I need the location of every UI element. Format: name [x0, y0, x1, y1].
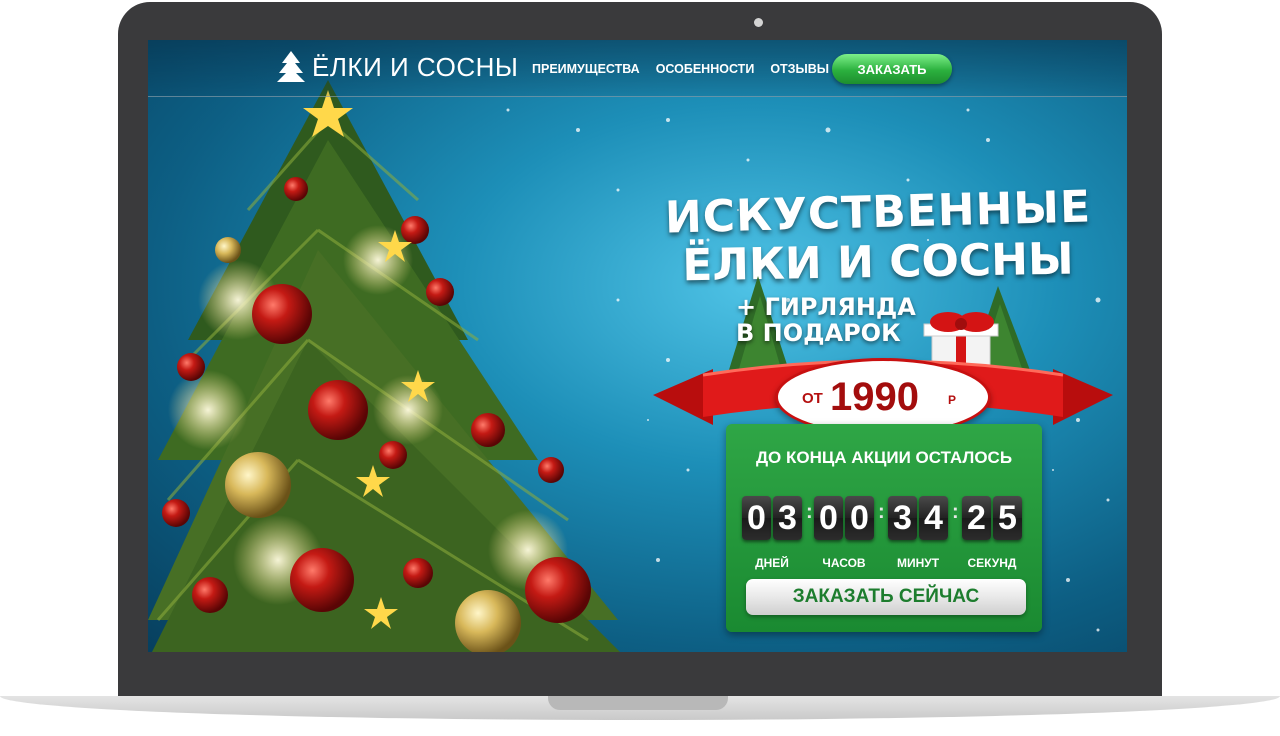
timer-digit: 3 [888, 496, 917, 540]
gift-promo-text: + ГИРЛЯНДА В ПОДАРОК [736, 294, 926, 347]
logo[interactable]: ЁЛКИ И СОСНЫ [276, 50, 518, 84]
unit-minutes: МИНУТ [896, 556, 940, 570]
tree-logo-icon [277, 51, 305, 82]
price-prefix: ОТ [802, 390, 823, 407]
christmas-tree-image [148, 80, 620, 652]
countdown-units: ДНЕЙ ЧАСОВ МИНУТ СЕКУНД [742, 556, 1032, 572]
unit-hours: ЧАСОВ [822, 556, 866, 570]
order-now-button[interactable]: ЗАКАЗАТЬ СЕЙЧАС [746, 579, 1026, 615]
timer-separator: : [806, 501, 813, 523]
laptop-notch [548, 696, 728, 710]
nav-link-advantages[interactable]: ПРЕИМУЩЕСТВА [532, 62, 640, 76]
main-nav: ПРЕИМУЩЕСТВА ОСОБЕННОСТИ ОТЗЫВЫ [532, 62, 829, 76]
nav-link-reviews[interactable]: ОТЗЫВЫ [770, 62, 829, 76]
logo-text: ЁЛКИ И СОСНЫ [312, 51, 519, 82]
unit-days: ДНЕЙ [755, 556, 789, 570]
timer-digit: 2 [962, 496, 991, 540]
timer-digit: 5 [993, 496, 1022, 540]
countdown-title: ДО КОНЦА АКЦИИ ОСТАЛОСЬ [755, 448, 1013, 467]
timer-digit: 0 [742, 496, 771, 540]
gift-line1: + ГИРЛЯНДА [736, 293, 916, 321]
timer-digit: 3 [773, 496, 802, 540]
gift-line2: В ПОДАРОК [736, 319, 901, 348]
hero-headline: ИСКУСТВЕННЫЕ ЁЛКИ И СОСНЫ [648, 181, 1108, 291]
countdown-timer: 0 3 : 0 0 : 3 4 : 2 5 [742, 496, 1032, 542]
timer-digit: 0 [814, 496, 843, 540]
timer-digit: 0 [845, 496, 874, 540]
price-value: 1990 [830, 375, 919, 419]
timer-separator: : [878, 501, 885, 523]
camera-icon [754, 18, 763, 27]
price-currency: Р [948, 393, 957, 407]
unit-seconds: СЕКУНД [967, 556, 1017, 570]
timer-digit: 4 [919, 496, 948, 540]
countdown-panel: ДО КОНЦА АКЦИИ ОСТАЛОСЬ 0 3 : 0 0 : 3 4 … [726, 424, 1042, 632]
screen: ЁЛКИ И СОСНЫ ПРЕИМУЩЕСТВА ОСОБЕННОСТИ ОТ… [148, 40, 1127, 652]
timer-separator: : [952, 501, 959, 523]
header-order-button[interactable]: ЗАКАЗАТЬ [832, 54, 952, 84]
nav-link-features[interactable]: ОСОБЕННОСТИ [656, 62, 755, 76]
site-header: ЁЛКИ И СОСНЫ ПРЕИМУЩЕСТВА ОСОБЕННОСТИ ОТ… [148, 40, 1127, 97]
